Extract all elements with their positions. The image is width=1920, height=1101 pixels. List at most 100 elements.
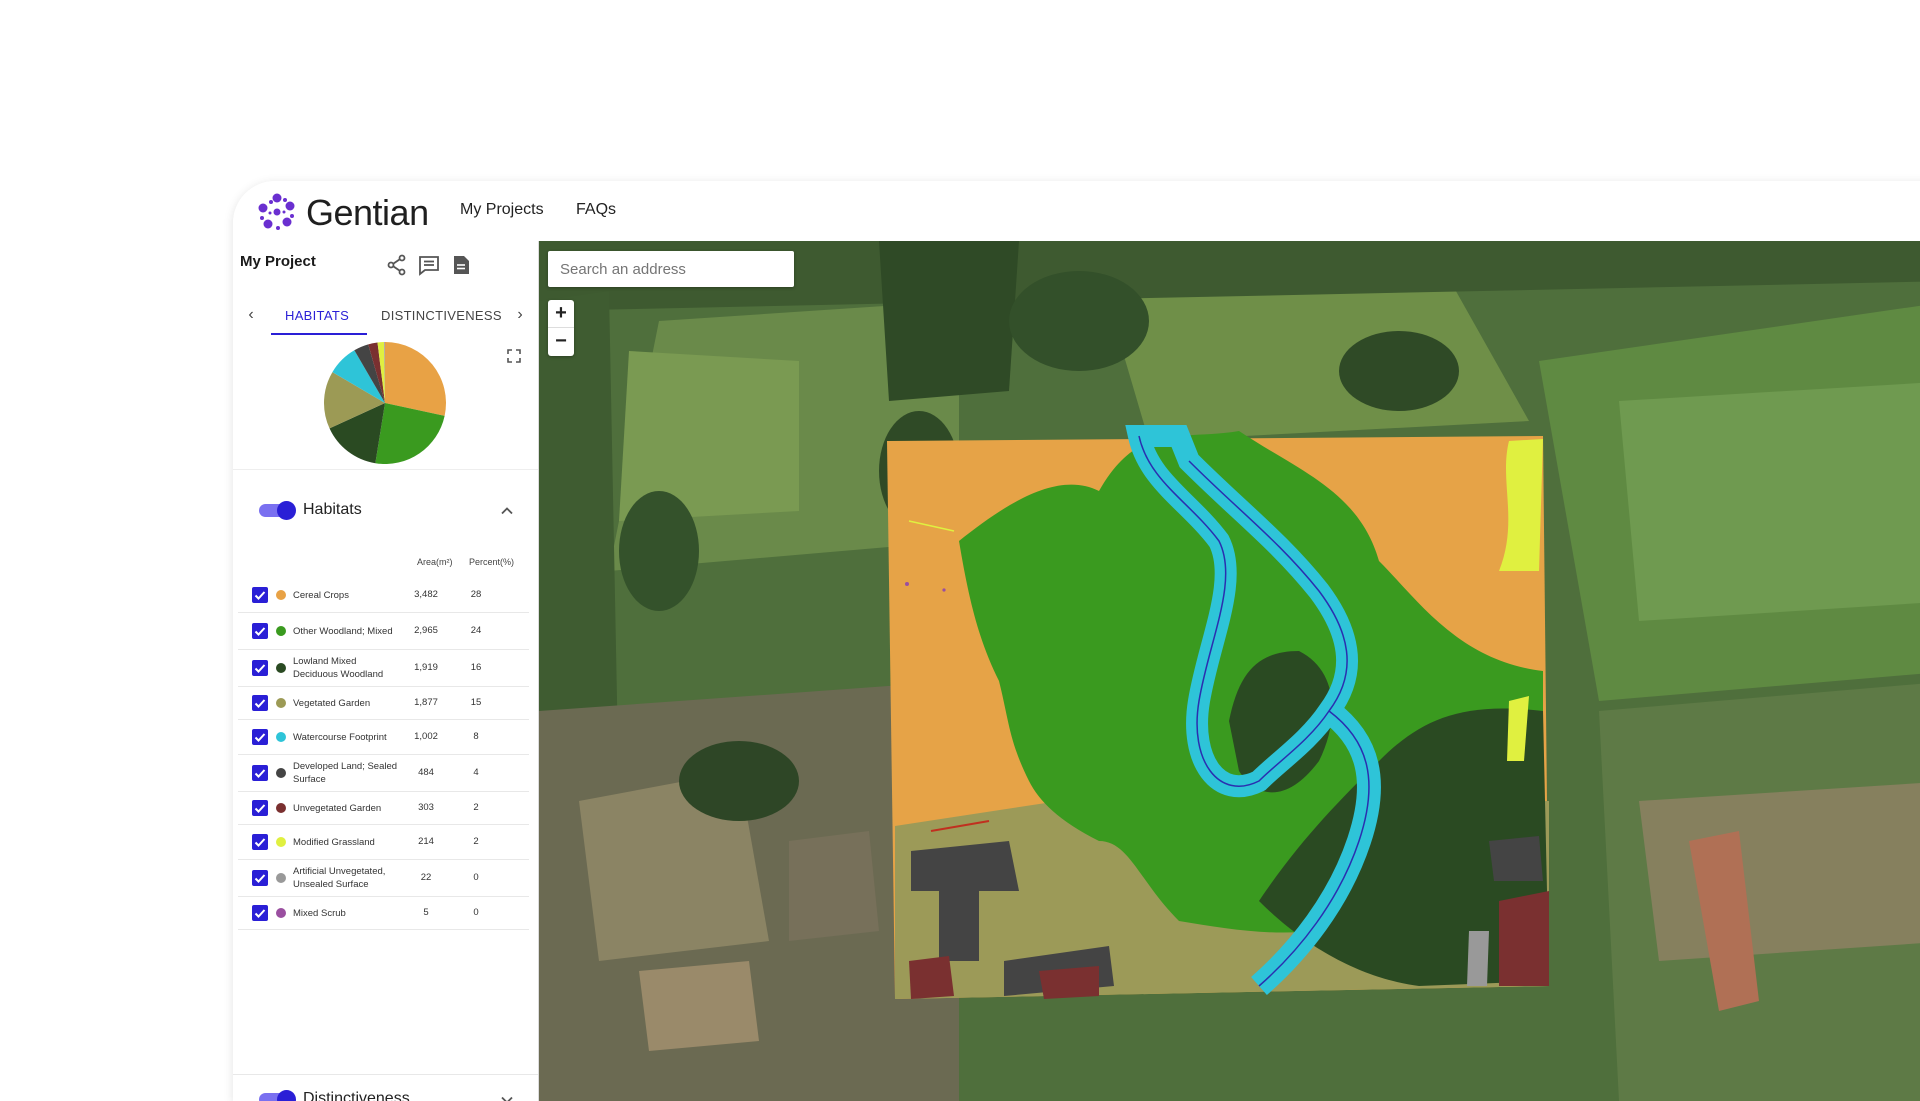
habitats-section-label: Habitats xyxy=(303,501,362,519)
table-row[interactable]: Developed Land; Sealed Surface4844 xyxy=(238,755,529,792)
column-header-area: Area(m²) xyxy=(417,557,453,567)
project-sidebar: My Project ‹ HABITATS DISTINCTIVENESS › … xyxy=(233,241,539,1101)
zoom-in-button[interactable]: + xyxy=(548,300,574,328)
distinctiveness-section-label: Distinctiveness xyxy=(303,1090,410,1101)
habitat-percent: 0 xyxy=(456,907,496,918)
habitat-area: 3,482 xyxy=(406,589,446,600)
table-row[interactable]: Cereal Crops3,482 28 xyxy=(238,578,529,613)
tab-habitats[interactable]: HABITATS xyxy=(285,308,349,323)
habitat-name: Watercourse Footprint xyxy=(293,731,403,744)
table-row[interactable]: Mixed Scrub50 xyxy=(238,897,529,930)
habitat-overlay xyxy=(887,431,1549,999)
row-checkbox[interactable] xyxy=(252,765,268,781)
habitat-percent: 28 xyxy=(456,589,496,600)
habitat-area: 1,919 xyxy=(406,662,446,673)
distinctiveness-section-header: Distinctiveness xyxy=(233,1080,538,1101)
row-checkbox[interactable] xyxy=(252,905,268,921)
tab-distinctiveness[interactable]: DISTINCTIVENESS xyxy=(381,308,501,323)
habitat-name: Modified Grassland xyxy=(293,836,403,849)
table-row[interactable]: Modified Grassland214 2 xyxy=(238,825,529,860)
habitats-layer-toggle[interactable] xyxy=(259,501,295,519)
habitat-area: 214 xyxy=(406,836,446,847)
gentian-logo[interactable]: Gentian xyxy=(254,190,429,236)
habitat-color-swatch xyxy=(276,590,286,600)
habitat-percent: 4 xyxy=(456,767,496,778)
app-window: Gentian My Projects FAQs My Project ‹ HA… xyxy=(233,181,1920,1101)
share-icon[interactable] xyxy=(385,253,409,277)
chevron-up-icon[interactable] xyxy=(499,503,515,519)
habitat-color-swatch xyxy=(276,626,286,636)
habitat-area: 1,002 xyxy=(406,731,446,742)
habitat-table: Cereal Crops3,48228Other Woodland; Mixed… xyxy=(238,578,529,930)
habitats-section-header: Habitats xyxy=(233,491,538,531)
habitat-name: Other Woodland; Mixed xyxy=(293,625,403,638)
fullscreen-icon[interactable] xyxy=(506,348,522,364)
gentian-flower-icon xyxy=(254,190,300,236)
habitat-area: 303 xyxy=(406,802,446,813)
table-row[interactable]: Other Woodland; Mixed2,965 24 xyxy=(238,613,529,650)
app-name: Gentian xyxy=(306,192,429,234)
row-checkbox[interactable] xyxy=(252,695,268,711)
column-header-percent: Percent(%) xyxy=(469,557,514,567)
row-checkbox[interactable] xyxy=(252,800,268,816)
row-checkbox[interactable] xyxy=(252,623,268,639)
row-checkbox[interactable] xyxy=(252,660,268,676)
habitat-color-swatch xyxy=(276,873,286,883)
habitat-percent: 2 xyxy=(456,802,496,813)
habitat-area: 5 xyxy=(406,907,446,918)
habitat-color-swatch xyxy=(276,698,286,708)
satellite-habitat-map[interactable] xyxy=(539,241,1920,1101)
row-checkbox[interactable] xyxy=(252,870,268,886)
habitat-pie-chart xyxy=(323,341,447,465)
table-row[interactable]: Lowland Mixed Deciduous Woodland1,919 16 xyxy=(238,650,529,687)
chevron-down-icon[interactable] xyxy=(499,1092,515,1101)
habitat-percent: 0 xyxy=(456,872,496,883)
habitat-percent: 16 xyxy=(456,662,496,673)
nav-my-projects-link[interactable]: My Projects xyxy=(460,201,544,219)
top-navigation-bar: Gentian My Projects FAQs xyxy=(233,181,1920,242)
section-divider xyxy=(233,1074,538,1075)
row-checkbox[interactable] xyxy=(252,587,268,603)
habitat-percent: 15 xyxy=(456,697,496,708)
habitat-percent: 2 xyxy=(456,836,496,847)
active-tab-indicator xyxy=(271,333,367,335)
habitat-area: 1,877 xyxy=(406,697,446,708)
zoom-out-button[interactable]: − xyxy=(548,328,574,356)
habitat-name: Cereal Crops xyxy=(293,589,403,602)
tabs-scroll-right-icon[interactable]: › xyxy=(510,306,530,326)
habitat-name: Vegetated Garden xyxy=(293,697,403,710)
habitat-color-swatch xyxy=(276,803,286,813)
row-checkbox[interactable] xyxy=(252,729,268,745)
map-view[interactable]: + − xyxy=(539,241,1920,1101)
habitat-color-swatch xyxy=(276,732,286,742)
nav-faqs-link[interactable]: FAQs xyxy=(576,201,616,219)
table-row[interactable]: Vegetated Garden1,877 15 xyxy=(238,687,529,720)
project-title: My Project xyxy=(240,253,316,270)
habitat-area: 22 xyxy=(406,872,446,883)
habitat-name: Developed Land; Sealed Surface xyxy=(293,760,403,786)
pie-slice xyxy=(385,342,446,416)
section-divider xyxy=(233,469,538,470)
habitat-name: Mixed Scrub xyxy=(293,907,403,920)
habitat-color-swatch xyxy=(276,837,286,847)
sidebar-tabs: ‹ HABITATS DISTINCTIVENESS › xyxy=(233,296,538,336)
table-row[interactable]: Watercourse Footprint1,002 8 xyxy=(238,720,529,755)
report-icon[interactable] xyxy=(449,253,473,277)
habitat-name: Lowland Mixed Deciduous Woodland xyxy=(293,655,403,681)
habitat-color-swatch xyxy=(276,908,286,918)
habitat-color-swatch xyxy=(276,663,286,673)
comment-icon[interactable] xyxy=(417,253,441,277)
distinctiveness-layer-toggle[interactable] xyxy=(259,1090,295,1101)
habitat-name: Unvegetated Garden xyxy=(293,802,403,815)
habitat-name: Artificial Unvegetated, Unsealed Surface xyxy=(293,865,403,891)
habitat-area: 2,965 xyxy=(406,625,446,636)
habitat-percent: 8 xyxy=(456,731,496,742)
table-row[interactable]: Unvegetated Garden303 2 xyxy=(238,792,529,825)
address-search-input[interactable] xyxy=(548,251,794,287)
habitat-color-swatch xyxy=(276,768,286,778)
habitat-percent: 24 xyxy=(456,625,496,636)
tabs-scroll-left-icon[interactable]: ‹ xyxy=(241,306,261,326)
zoom-controls: + − xyxy=(548,300,574,356)
row-checkbox[interactable] xyxy=(252,834,268,850)
table-row[interactable]: Artificial Unvegetated, Unsealed Surface… xyxy=(238,860,529,897)
